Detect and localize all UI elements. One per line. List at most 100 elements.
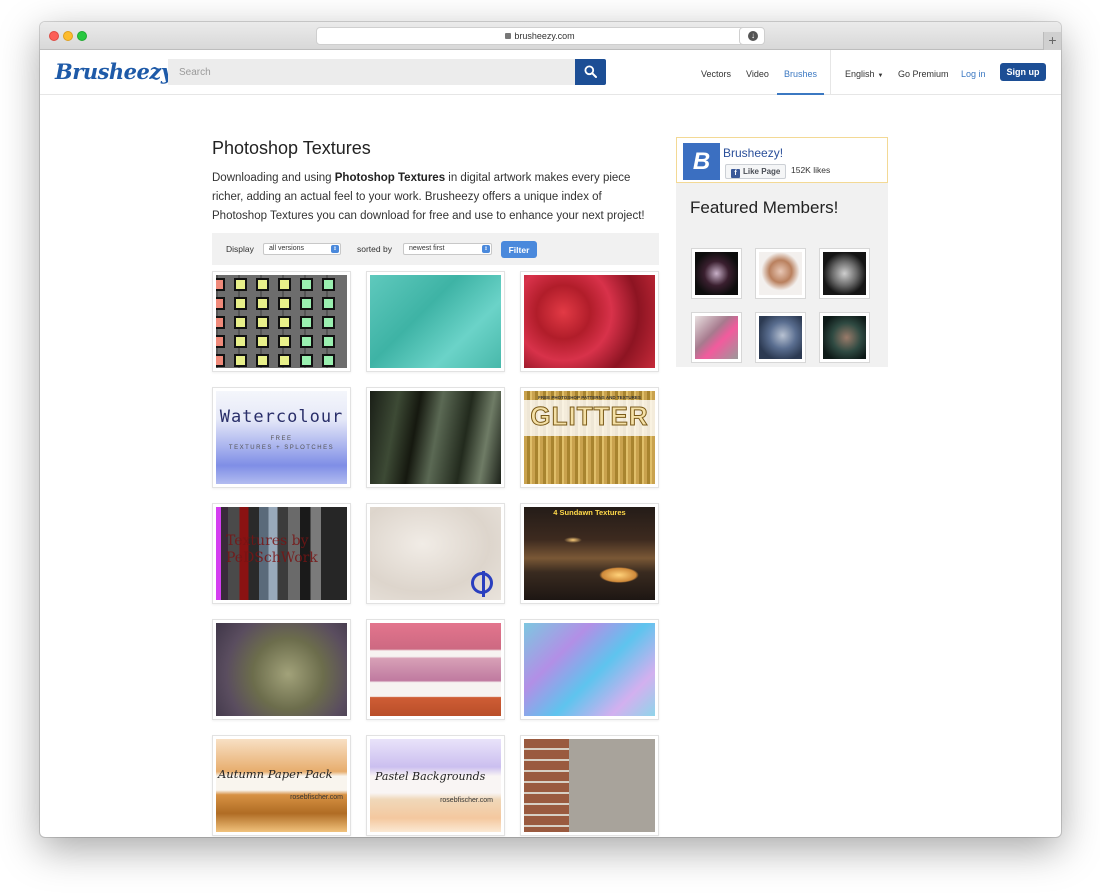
address-bar[interactable]: brusheezy.com ↻ [316, 27, 764, 45]
texture-tile[interactable] [520, 619, 659, 720]
minimize-window-button[interactable] [63, 31, 73, 41]
zoom-window-button[interactable] [77, 31, 87, 41]
nav-go-premium[interactable]: Go Premium [898, 69, 949, 79]
nav-divider [830, 50, 831, 95]
texture-tile[interactable]: 4 Sundawn Textures [520, 503, 659, 604]
filter-button[interactable]: Filter [501, 241, 537, 258]
texture-tile[interactable]: Autumn Paper Pack rosebfischer.com [212, 735, 351, 836]
member-avatar[interactable] [819, 312, 870, 363]
texture-square [256, 316, 269, 329]
texture-square [322, 316, 335, 329]
language-label: English [845, 69, 875, 79]
search-button[interactable] [575, 59, 606, 85]
texture-square [216, 278, 225, 291]
texture-square [256, 335, 269, 348]
texture-tile[interactable]: Pastel Backgrounds rosebfischer.com [366, 735, 505, 836]
language-selector[interactable]: English ▼ [845, 69, 883, 79]
fb-like-count: 152K likes [791, 165, 831, 175]
signup-button[interactable]: Sign up [1000, 63, 1046, 81]
texture-square [322, 297, 335, 310]
member-avatar[interactable] [691, 248, 742, 299]
texture-square [216, 354, 225, 367]
thumbnail-title: Pastel Backgrounds [375, 770, 486, 783]
texture-tile[interactable] [366, 619, 505, 720]
member-avatar[interactable] [755, 312, 806, 363]
facebook-icon: f [731, 169, 740, 178]
texture-square [256, 354, 269, 367]
texture-tile[interactable] [366, 503, 505, 604]
texture-thumbnail: FREE PHOTOSHOP PATTERNS AND TEXTURES GLI… [524, 391, 655, 484]
login-link[interactable]: Log in [961, 69, 986, 79]
thumbnail-title: 4 Sundawn Textures [553, 508, 626, 517]
texture-square [278, 335, 291, 348]
texture-tile[interactable]: Watercolour FREE TEXTURES + SPLOTCHES [212, 387, 351, 488]
texture-square [322, 278, 335, 291]
texture-thumbnail [370, 507, 501, 600]
close-window-button[interactable] [49, 31, 59, 41]
thumbnail-title: Autumn Paper Pack [218, 767, 333, 781]
brusheezy-logo[interactable]: Brusheezy [55, 59, 173, 84]
site-header: Brusheezy Vectors Video Brushes English▼… [40, 50, 1061, 95]
facebook-widget: B Brusheezy! f Like Page 152K likes [676, 137, 888, 183]
nav-video[interactable]: Video [746, 69, 769, 79]
texture-square [256, 278, 269, 291]
browser-titlebar: brusheezy.com ↻ ↓ + [40, 22, 1061, 50]
download-icon: ↓ [748, 31, 758, 41]
texture-tile[interactable]: FREE PHOTOSHOP PATTERNS AND TEXTURES GLI… [520, 387, 659, 488]
watermark-stamp [471, 571, 493, 597]
filter-bar: Display all versions ⇕ sorted by newest … [212, 233, 659, 265]
sort-select[interactable]: newest first ⇕ [403, 243, 492, 255]
texture-tile[interactable] [520, 735, 659, 836]
texture-tile[interactable]: Textures by PeDSchWork [212, 503, 351, 604]
texture-square [234, 354, 247, 367]
downloads-button[interactable]: ↓ [739, 27, 765, 45]
texture-square [216, 316, 225, 329]
texture-tile[interactable] [520, 271, 659, 372]
texture-thumbnail: Pastel Backgrounds rosebfischer.com [370, 739, 501, 832]
fb-like-button[interactable]: f Like Page [725, 164, 787, 179]
texture-thumbnail [370, 275, 501, 368]
texture-square [234, 316, 247, 329]
member-avatar[interactable] [819, 248, 870, 299]
nav-active-indicator [777, 93, 824, 95]
texture-square [322, 354, 335, 367]
search-input[interactable] [168, 59, 576, 85]
texture-tile[interactable] [366, 387, 505, 488]
member-avatar[interactable] [755, 248, 806, 299]
page-description: Downloading and using Photoshop Textures… [212, 172, 645, 222]
texture-square [300, 278, 313, 291]
lock-icon [505, 33, 512, 39]
texture-tile[interactable] [212, 271, 351, 372]
member-avatar[interactable] [691, 312, 742, 363]
texture-thumbnail [524, 623, 655, 716]
texture-tile[interactable] [366, 271, 505, 372]
texture-thumbnail [216, 275, 347, 368]
texture-square [216, 335, 225, 348]
chevron-down-icon: ▼ [877, 73, 884, 79]
texture-square [278, 297, 291, 310]
brusheezy-fb-avatar[interactable]: B [683, 143, 720, 180]
thumbnail-title: GLITTER [530, 401, 649, 432]
texture-thumbnail [524, 739, 655, 832]
texture-square [322, 335, 335, 348]
texture-square [256, 297, 269, 310]
nav-vectors[interactable]: Vectors [701, 69, 731, 79]
thumbnail-credit: rosebfischer.com [440, 797, 493, 804]
display-label: Display [226, 244, 254, 254]
fb-page-name[interactable]: Brusheezy! [723, 146, 783, 160]
texture-square [278, 354, 291, 367]
select-arrows-icon: ⇕ [482, 245, 490, 253]
texture-square [300, 316, 313, 329]
texture-square [300, 354, 313, 367]
search-icon [584, 65, 597, 78]
nav-brushes[interactable]: Brushes [784, 69, 817, 79]
display-select[interactable]: all versions ⇕ [263, 243, 341, 255]
new-tab-button[interactable]: + [1043, 32, 1061, 50]
description-keyword: Photoshop Textures [334, 172, 446, 184]
thumbnail-subtitle: FREE PHOTOSHOP PATTERNS AND TEXTURES [538, 395, 641, 400]
texture-thumbnail [524, 275, 655, 368]
thumbnail-title: Watercolour [219, 407, 344, 427]
address-url: brusheezy.com [514, 31, 575, 41]
texture-square [278, 316, 291, 329]
texture-tile[interactable] [212, 619, 351, 720]
